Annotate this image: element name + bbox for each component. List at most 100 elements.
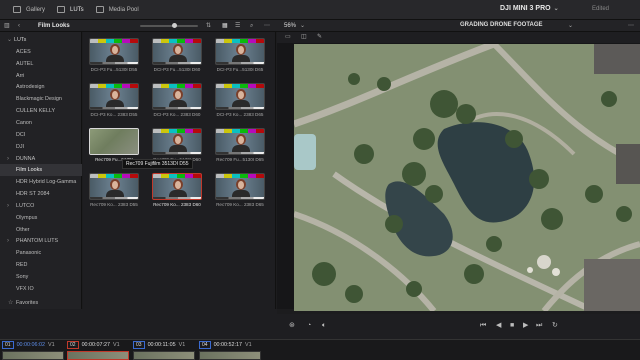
lut-thumbnail[interactable]: DCI-P3 Ko... 2383 D60 [152, 83, 202, 117]
lut-thumbnail[interactable]: Rec709 Ko... 2383 D55 [89, 173, 139, 207]
lut-preview-image[interactable] [215, 173, 265, 200]
sidebar-root-luts[interactable]: ⌄ LUTs [0, 34, 82, 46]
lut-thumbnail[interactable]: Rec709 Fu...5130I D65 [215, 128, 265, 162]
sidebar-item-aces[interactable]: ACES [0, 46, 82, 58]
lut-thumbnail[interactable]: DCI-P3 Fu...5130I D55 [89, 38, 139, 72]
sidebar-item-film-looks[interactable]: Film Looks [0, 164, 82, 177]
volume-icon[interactable]: 🔈︎ [322, 322, 326, 330]
lut-preview-image[interactable] [89, 173, 139, 200]
lut-preview-image[interactable] [89, 128, 139, 155]
lut-thumbnail[interactable]: DCI-P3 Fu...5130I D65 [215, 38, 265, 72]
lut-preview-image[interactable] [215, 128, 265, 155]
sidebar-item-astrodesign[interactable]: Astrodesign [0, 81, 82, 93]
loop-icon[interactable]: ↻ [552, 322, 558, 330]
timeline-clip-header[interactable]: 03 00:00:11:05 V1 [133, 341, 185, 349]
lut-thumbnail[interactable]: Rec709 Ko... 2383 D60 [152, 173, 202, 207]
sidebar-item-hdr-hybrid-log-gamma[interactable]: HDR Hybrid Log-Gamma [0, 176, 82, 188]
lut-name: Rec709 Ko... 2383 D55 [90, 202, 138, 207]
wipe-icon[interactable]: ◫ [301, 33, 307, 41]
timeline-clip-thumbnail[interactable] [199, 351, 261, 360]
timeline-clip-header[interactable]: 01 00:00:06:02 V1 [2, 341, 55, 349]
lut-thumbnail[interactable]: Rec709 Fu...5130I [89, 128, 139, 162]
slider-knob[interactable] [172, 23, 178, 28]
lut-preview-image[interactable] [152, 128, 202, 155]
sidebar-item-phantom-luts[interactable]: › PHANTOM LUTS [0, 235, 82, 247]
sidebar-item-label: HDR ST 2084 [16, 191, 50, 198]
sidebar-item-autel[interactable]: AUTEL [0, 58, 82, 70]
grid-view-icon[interactable]: ▦ [222, 22, 228, 30]
back-arrow-icon[interactable]: ‹ [18, 22, 20, 30]
lut-preview-image[interactable] [89, 38, 139, 65]
stop-icon[interactable]: ■ [510, 322, 514, 330]
play-icon[interactable]: ▶ [523, 322, 528, 330]
sidebar-item-red[interactable]: RED [0, 259, 82, 271]
chevron-down-icon[interactable]: ⌄ [7, 34, 12, 46]
play-reverse-icon[interactable]: ◀ [496, 322, 501, 330]
sidebar-item-dunna[interactable]: › DUNNA [0, 153, 82, 165]
sidebar-item-canon[interactable]: Canon [0, 117, 82, 129]
zoom-level[interactable]: 56% [284, 22, 296, 30]
lut-preview-image[interactable] [152, 83, 202, 110]
go-to-end-icon[interactable]: ⏭︎ [536, 322, 542, 330]
timeline-clip-thumbnail[interactable] [67, 351, 129, 360]
list-view-icon[interactable]: ☰ [235, 22, 240, 30]
sidebar-item-arri[interactable]: Arri [0, 70, 82, 82]
sidebar-item-vfx-io[interactable]: VFX IO [0, 283, 82, 295]
sidebar-item-olympus[interactable]: Olympus [0, 212, 82, 224]
timeline-clip-header[interactable]: 04 00:00:52:17 V1 [199, 341, 252, 349]
speed-icon[interactable]: ◔ [307, 322, 311, 330]
sidebar-favorites[interactable]: ☆ Favorites [0, 297, 82, 309]
sidebar-item-label: DJI [16, 143, 25, 150]
lut-thumbnail[interactable]: Rec709 Ko... 2383 D65 [215, 173, 265, 207]
split-screen-icon[interactable]: ▭ [285, 33, 291, 41]
lut-name: Rec709 Ko... 2383 D65 [216, 202, 264, 207]
folder-title: Film Looks [38, 23, 70, 29]
sidebar-item-panasonic[interactable]: Panasonic [0, 247, 82, 259]
lut-preview-image[interactable] [152, 173, 202, 200]
sidebar-item-label: CULLEN KELLY [16, 108, 56, 115]
tab-media-pool[interactable]: Media Pool [91, 0, 146, 20]
clip-selector-icon[interactable]: ⊛ [289, 322, 295, 330]
video-frame[interactable] [294, 44, 640, 311]
picker-icon[interactable]: ✎ [317, 33, 322, 41]
sort-icon[interactable]: ⇅ [206, 22, 211, 30]
project-title: DJI MINI 3 PRO ⌄ [500, 5, 559, 12]
lut-thumbnail[interactable]: DCI-P3 Ko... 2383 D55 [89, 83, 139, 117]
clip-track: V1 [178, 342, 186, 348]
sidebar-item-hdr-st-2084[interactable]: HDR ST 2084 [0, 188, 82, 200]
tab-gallery[interactable]: Gallery [8, 0, 52, 20]
lut-preview-image[interactable] [89, 83, 139, 110]
chevron-right-icon[interactable]: › [7, 200, 9, 212]
thumbnail-size-slider[interactable] [140, 23, 198, 28]
sidebar-item-sony[interactable]: Sony [0, 271, 82, 283]
viewer-title-chevron-icon[interactable]: ⌄ [568, 22, 573, 30]
timeline-clip-header[interactable]: 02 00:00:07:27 V1 [67, 341, 120, 349]
chevron-down-icon[interactable]: ⌄ [554, 5, 559, 12]
lut-thumbnail[interactable]: DCI-P3 Fu...5130I D60 [152, 38, 202, 72]
chevron-right-icon[interactable]: › [7, 235, 9, 247]
lut-thumbnail[interactable]: Rec709 Fu...5130I D60 [152, 128, 202, 162]
lut-folder-sidebar: ⌄ LUTs ACES AUTEL Arri Astrodesign Blackmagic … [0, 32, 82, 309]
sidebar-item-dci[interactable]: DCI [0, 129, 82, 141]
lut-preview-image[interactable] [152, 38, 202, 65]
sidebar-item-lutco[interactable]: › LUTCO [0, 200, 82, 212]
lut-name: DCI-P3 Ko... 2383 D60 [153, 112, 201, 117]
chevron-right-icon[interactable]: › [7, 153, 9, 165]
sidebar-item-dji[interactable]: DJI [0, 141, 82, 153]
clip-number: 04 [199, 341, 211, 349]
lut-preview-image[interactable] [215, 38, 265, 65]
lut-preview-image[interactable] [215, 83, 265, 110]
lut-thumbnail[interactable]: DCI-P3 Ko... 2383 D65 [215, 83, 265, 117]
zoom-chevron-icon[interactable]: ⌄ [300, 22, 305, 30]
timeline-clip-thumbnail[interactable] [133, 351, 195, 360]
sidebar-item-other[interactable]: Other [0, 224, 82, 236]
sidebar-item-cullen-kelly[interactable]: CULLEN KELLY [0, 105, 82, 117]
options-icon[interactable]: ⋯ [264, 22, 270, 30]
tab-luts[interactable]: LUTs [52, 0, 91, 20]
sidebar-toggle-icon[interactable]: ▥ [4, 22, 10, 30]
go-to-start-icon[interactable]: ⏮︎ [480, 322, 486, 330]
sidebar-item-blackmagic-design[interactable]: Blackmagic Design [0, 93, 82, 105]
timeline-clip-thumbnail[interactable] [2, 351, 64, 360]
viewer-options-icon[interactable]: ⋯ [628, 22, 634, 30]
search-icon[interactable]: ⌕ [250, 22, 253, 30]
